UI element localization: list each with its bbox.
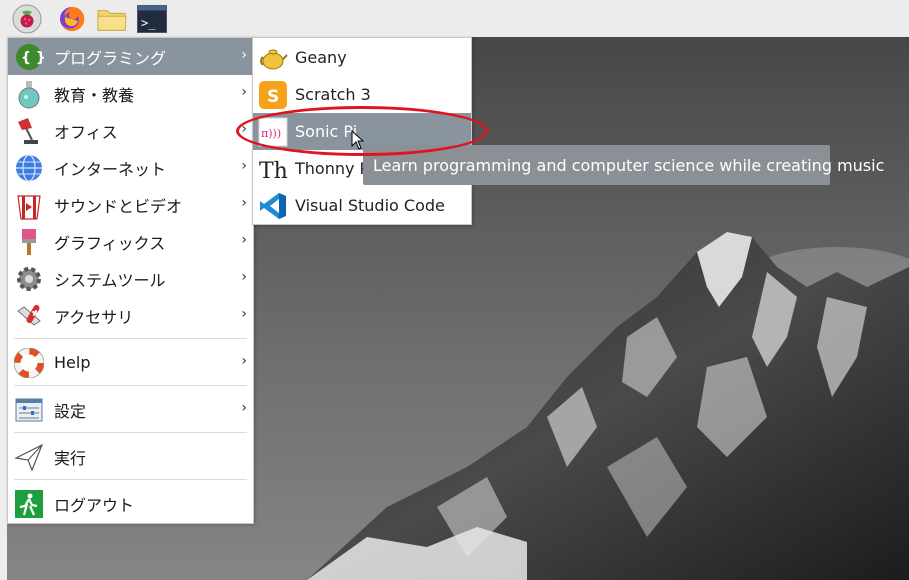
menu-item-label: Help: [54, 353, 91, 372]
menu-item-label: オフィス: [54, 122, 118, 142]
chevron-right-icon: ›: [241, 84, 247, 100]
sonic-pi-icon: π))): [258, 117, 288, 147]
terminal-icon[interactable]: >_: [137, 4, 167, 34]
file-manager-icon[interactable]: [97, 4, 127, 34]
menu-item-label: サウンドとビデオ: [54, 196, 183, 216]
menu-separator: [14, 432, 247, 433]
thonny-icon: Th: [258, 154, 288, 184]
menu-item-label: 実行: [54, 448, 87, 468]
chevron-right-icon: ›: [241, 306, 247, 322]
menu-item-label: グラフィックス: [54, 233, 166, 253]
left-edge: [0, 37, 7, 580]
menu-item-sound-video[interactable]: サウンドとビデオ ›: [8, 186, 253, 223]
taskbar: >_: [0, 0, 909, 38]
internet-globe-icon: [11, 150, 47, 186]
menu-item-internet[interactable]: インターネット ›: [8, 149, 253, 186]
menu-item-label: ログアウト: [54, 495, 135, 515]
sonic-pi-tooltip: Learn programming and computer science w…: [363, 145, 884, 185]
menu-item-graphics[interactable]: グラフィックス ›: [8, 223, 253, 260]
menu-item-label: インターネット: [54, 159, 167, 179]
chevron-right-icon: ›: [241, 232, 247, 248]
raspberry-menu-icon[interactable]: [12, 4, 42, 34]
mouse-pointer-icon: [351, 129, 365, 154]
svg-text:{ }: { }: [21, 50, 44, 66]
menu-item-label: 教育・教養: [54, 85, 135, 105]
menu-item-help[interactable]: Help ›: [8, 344, 253, 381]
application-main-menu: { } プログラミング › 教育・教養 › オフィス › インターネット › サ…: [7, 37, 254, 524]
menu-item-label: アクセサリ: [54, 307, 134, 327]
chevron-right-icon: ›: [241, 121, 247, 137]
menu-item-label: 設定: [54, 401, 87, 421]
svg-text:>_: >_: [141, 16, 156, 30]
menu-item-label: システムツール: [54, 270, 166, 290]
submenu-item-scratch[interactable]: S Scratch 3: [253, 76, 471, 113]
menu-item-accessories[interactable]: アクセサリ ›: [8, 297, 253, 334]
submenu-item-vscode[interactable]: Visual Studio Code: [253, 187, 471, 224]
chevron-right-icon: ›: [241, 353, 247, 369]
settings-sliders-icon: [11, 392, 47, 428]
submenu-item-label: Sonic Pi: [295, 122, 358, 141]
office-lamp-icon: [11, 113, 47, 149]
help-lifebuoy-icon: [11, 345, 47, 381]
chevron-right-icon: ›: [241, 400, 247, 416]
programming-braces-icon: { }: [11, 39, 47, 75]
menu-item-label: プログラミング: [54, 48, 167, 68]
menu-separator: [14, 479, 247, 480]
chevron-right-icon: ›: [241, 158, 247, 174]
chevron-right-icon: ›: [241, 47, 247, 63]
submenu-item-label: Scratch 3: [295, 85, 371, 104]
chevron-right-icon: ›: [241, 195, 247, 211]
menu-item-office[interactable]: オフィス ›: [8, 112, 253, 149]
chevron-right-icon: ›: [241, 269, 247, 285]
menu-separator: [14, 385, 247, 386]
logout-exit-icon: [11, 486, 47, 522]
submenu-item-label: Visual Studio Code: [295, 196, 445, 215]
geany-teapot-icon: [258, 43, 288, 73]
system-tools-gear-icon: [11, 261, 47, 297]
submenu-item-label: Geany: [295, 48, 347, 67]
svg-text:π))): π))): [261, 127, 281, 140]
accessories-knife-icon: [11, 298, 47, 334]
submenu-item-geany[interactable]: Geany: [253, 39, 471, 76]
firefox-icon[interactable]: [57, 4, 87, 34]
menu-item-settings[interactable]: 設定 ›: [8, 391, 253, 428]
graphics-brush-icon: [11, 224, 47, 260]
menu-item-programming[interactable]: { } プログラミング ›: [8, 38, 253, 75]
menu-item-system-tools[interactable]: システムツール ›: [8, 260, 253, 297]
menu-item-education[interactable]: 教育・教養 ›: [8, 75, 253, 112]
vscode-icon: [258, 191, 288, 221]
sound-video-popcorn-icon: [11, 187, 47, 223]
menu-separator: [14, 338, 247, 339]
education-flask-icon: [11, 76, 47, 112]
run-paperplane-icon: [11, 439, 47, 475]
scratch-icon: S: [258, 80, 288, 110]
menu-item-run[interactable]: 実行: [8, 438, 253, 475]
svg-text:S: S: [267, 87, 279, 107]
menu-item-logout[interactable]: ログアウト: [8, 485, 253, 522]
svg-text:Th: Th: [259, 159, 288, 184]
